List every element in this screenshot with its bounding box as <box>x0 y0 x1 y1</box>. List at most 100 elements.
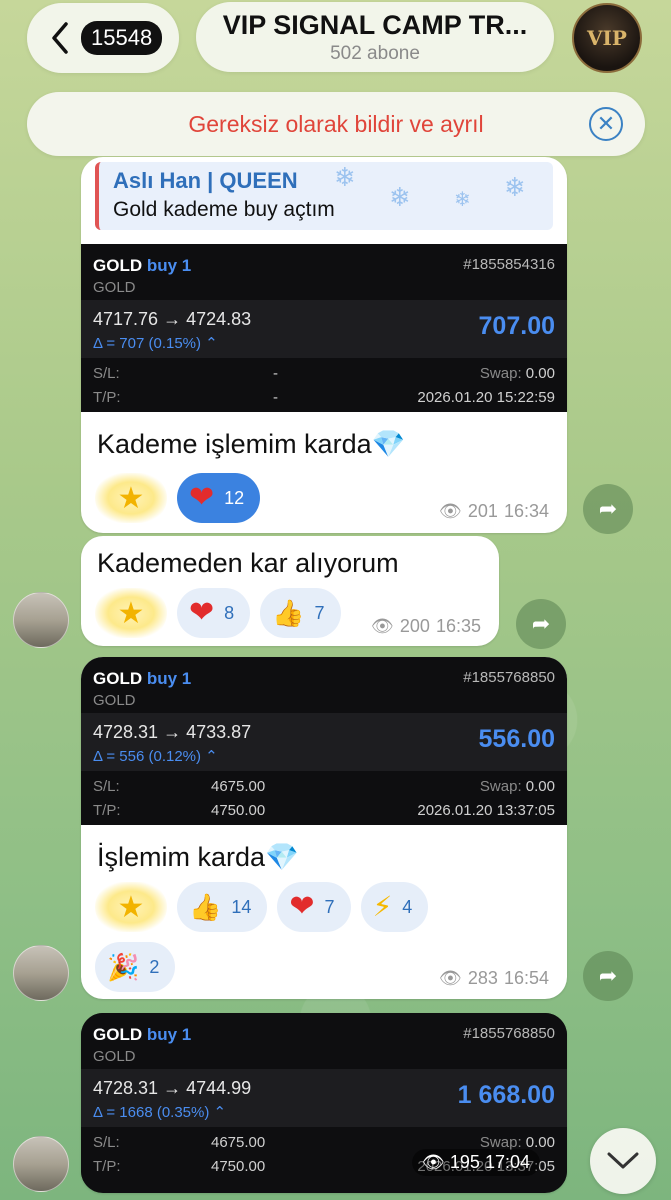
reaction-count: 2 <box>149 956 160 977</box>
sl-label: S/L: <box>93 778 120 795</box>
tp-value: 4750.00 <box>211 1158 266 1175</box>
party-popper-icon: 🎉 <box>107 952 140 982</box>
trade-card: GOLD buy 1 GOLD #1855854316 4717.76 → 47… <box>81 244 567 412</box>
trade-id: #1855768850 <box>463 1025 555 1042</box>
tp-value: - <box>273 389 278 406</box>
trade-id: #1855768850 <box>463 669 555 686</box>
heart-icon: ❤ <box>289 890 315 923</box>
channel-title: VIP SIGNAL CAMP TR... <box>222 9 528 40</box>
share-icon: ➦ <box>598 963 618 988</box>
lightning-icon: ⚡ <box>372 891 393 922</box>
snowflake-icon: ❄ <box>454 189 471 211</box>
swap: Swap: 0.00 <box>479 778 555 795</box>
reaction-lightning[interactable]: ⚡ 4 <box>360 882 429 932</box>
heart-icon: ❤ <box>189 481 215 514</box>
share-button[interactable]: ➦ <box>583 484 633 534</box>
chevron-left-icon <box>52 22 68 54</box>
trade-card: GOLD buy 1 GOLD #1855768850 4728.31 → 47… <box>81 657 567 825</box>
trade-direction: buy 1 <box>146 1025 192 1044</box>
heart-icon: ❤ <box>189 596 215 629</box>
snowflake-icon: ❄ <box>334 162 356 192</box>
sl-value: 4675.00 <box>211 1134 266 1151</box>
trade-timestamp: 2026.01.20 15:22:59 <box>417 389 555 406</box>
reaction-count: 7 <box>324 896 335 917</box>
message-bubble[interactable]: GOLD buy 1 GOLD #1855768850 4728.31 → 47… <box>81 657 567 999</box>
reaction-heart[interactable]: ❤ 8 <box>177 588 251 638</box>
trade-delta: Δ = 556 (0.12%) ⌃ <box>93 748 218 765</box>
close-icon[interactable]: ✕ <box>589 107 623 141</box>
quote-text: Gold kademe buy açtım <box>113 198 335 221</box>
unread-count-badge: 15548 <box>81 21 163 55</box>
report-and-leave-text[interactable]: Gereksiz olarak bildir ve ayrıl <box>188 111 483 138</box>
reaction-thumbs-up[interactable]: 👍 7 <box>260 588 341 638</box>
message-time: 16:34 <box>503 501 549 521</box>
tp-label: T/P: <box>93 802 121 819</box>
view-count: 200 <box>399 616 430 636</box>
share-button[interactable]: ➦ <box>516 599 566 649</box>
trade-profit: 1 668.00 <box>457 1081 555 1109</box>
trade-symbol: GOLD buy 1 <box>93 669 192 688</box>
eye-icon: 👁 <box>439 968 462 988</box>
chevron-down-icon <box>607 1152 639 1169</box>
trade-timestamp: 2026.01.20 13:37:05 <box>417 802 555 819</box>
avatar-logo-text: VIP <box>587 26 627 50</box>
trade-prices: 4728.31 → 4733.87 <box>93 722 252 742</box>
trade-instrument: GOLD <box>93 692 136 709</box>
trade-id: #1855854316 <box>463 256 555 273</box>
snowflake-icon: ❄ <box>504 172 526 202</box>
tp-value: 4750.00 <box>211 802 266 819</box>
reaction-count: 7 <box>314 602 325 623</box>
channel-avatar[interactable]: VIP <box>572 3 642 73</box>
trade-delta: Δ = 1668 (0.35%) ⌃ <box>93 1104 227 1121</box>
view-count: 283 <box>467 968 498 988</box>
share-icon: ➦ <box>531 611 551 636</box>
trade-instrument: GOLD <box>93 1048 136 1065</box>
sl-label: S/L: <box>93 1134 120 1151</box>
eye-icon: 👁 <box>439 501 462 521</box>
tp-label: T/P: <box>93 389 121 406</box>
back-button[interactable]: 15548 <box>27 3 179 73</box>
sender-avatar[interactable] <box>13 592 69 648</box>
channel-header[interactable]: VIP SIGNAL CAMP TR... 502 abone <box>196 2 554 72</box>
trade-direction: buy 1 <box>146 256 192 275</box>
message-time: 16:54 <box>503 968 549 988</box>
message-meta: 👁 283 16:54 <box>439 968 549 989</box>
message-time: 16:35 <box>435 616 481 636</box>
sl-value: 4675.00 <box>211 778 266 795</box>
reaction-heart[interactable]: ❤ 12 <box>177 473 261 523</box>
sender-avatar[interactable] <box>13 945 69 1001</box>
snowflake-icon: ❄ <box>389 182 411 212</box>
reaction-count: 8 <box>224 602 235 623</box>
message-text: İşlemim karda💎 <box>97 842 299 872</box>
star-reaction-icon[interactable]: ★ <box>95 588 167 638</box>
reaction-count: 4 <box>402 896 413 917</box>
reaction-party[interactable]: 🎉 2 <box>95 942 176 992</box>
view-count: 195 <box>449 1152 480 1172</box>
view-count: 201 <box>467 501 498 521</box>
message-bubble[interactable]: Kademeden kar alıyorum ★ ❤ 8 👍 7 👁 200 1… <box>81 536 499 646</box>
swap: Swap: 0.00 <box>479 365 555 382</box>
trade-instrument: GOLD <box>93 279 136 296</box>
trade-prices: 4717.76 → 4724.83 <box>93 309 252 329</box>
scroll-down-button[interactable] <box>590 1128 656 1194</box>
tp-label: T/P: <box>93 1158 121 1175</box>
message-meta: 👁 201 16:34 <box>439 501 549 522</box>
report-and-leave-bar[interactable]: Gereksiz olarak bildir ve ayrıl ✕ <box>27 92 645 156</box>
sender-avatar[interactable] <box>13 1136 69 1192</box>
star-reaction-icon[interactable]: ★ <box>95 882 167 932</box>
trade-symbol: GOLD buy 1 <box>93 1025 192 1044</box>
star-reaction-icon[interactable]: ★ <box>95 473 167 523</box>
reaction-heart[interactable]: ❤ 7 <box>277 882 351 932</box>
message-text: Kademeden kar alıyorum <box>97 548 399 578</box>
reaction-count: 14 <box>231 896 252 917</box>
reply-quote[interactable]: Aslı Han | QUEEN Gold kademe buy açtım ❄… <box>95 162 553 230</box>
trade-direction: buy 1 <box>146 669 192 688</box>
reaction-thumbs-up[interactable]: 👍 14 <box>177 882 268 932</box>
thumbs-up-icon: 👍 <box>272 598 305 628</box>
reaction-count: 12 <box>224 487 245 508</box>
share-button[interactable]: ➦ <box>583 951 633 1001</box>
eye-icon: 👁 <box>371 616 394 636</box>
share-icon: ➦ <box>598 496 618 521</box>
message-text: Kademe işlemim karda💎 <box>97 429 406 459</box>
message-bubble[interactable]: Aslı Han | QUEEN Gold kademe buy açtım ❄… <box>81 157 567 533</box>
